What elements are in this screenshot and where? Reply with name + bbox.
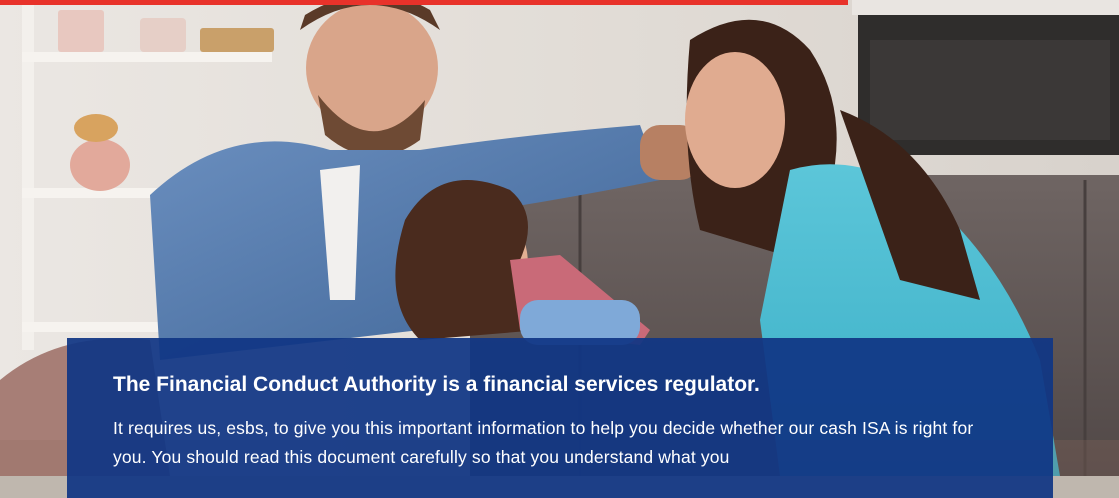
regulatory-info-panel: The Financial Conduct Authority is a fin… bbox=[67, 338, 1053, 498]
brand-accent-bar bbox=[0, 0, 848, 5]
panel-body-text: It requires us, esbs, to give you this i… bbox=[113, 418, 974, 467]
panel-heading: The Financial Conduct Authority is a fin… bbox=[113, 373, 760, 396]
